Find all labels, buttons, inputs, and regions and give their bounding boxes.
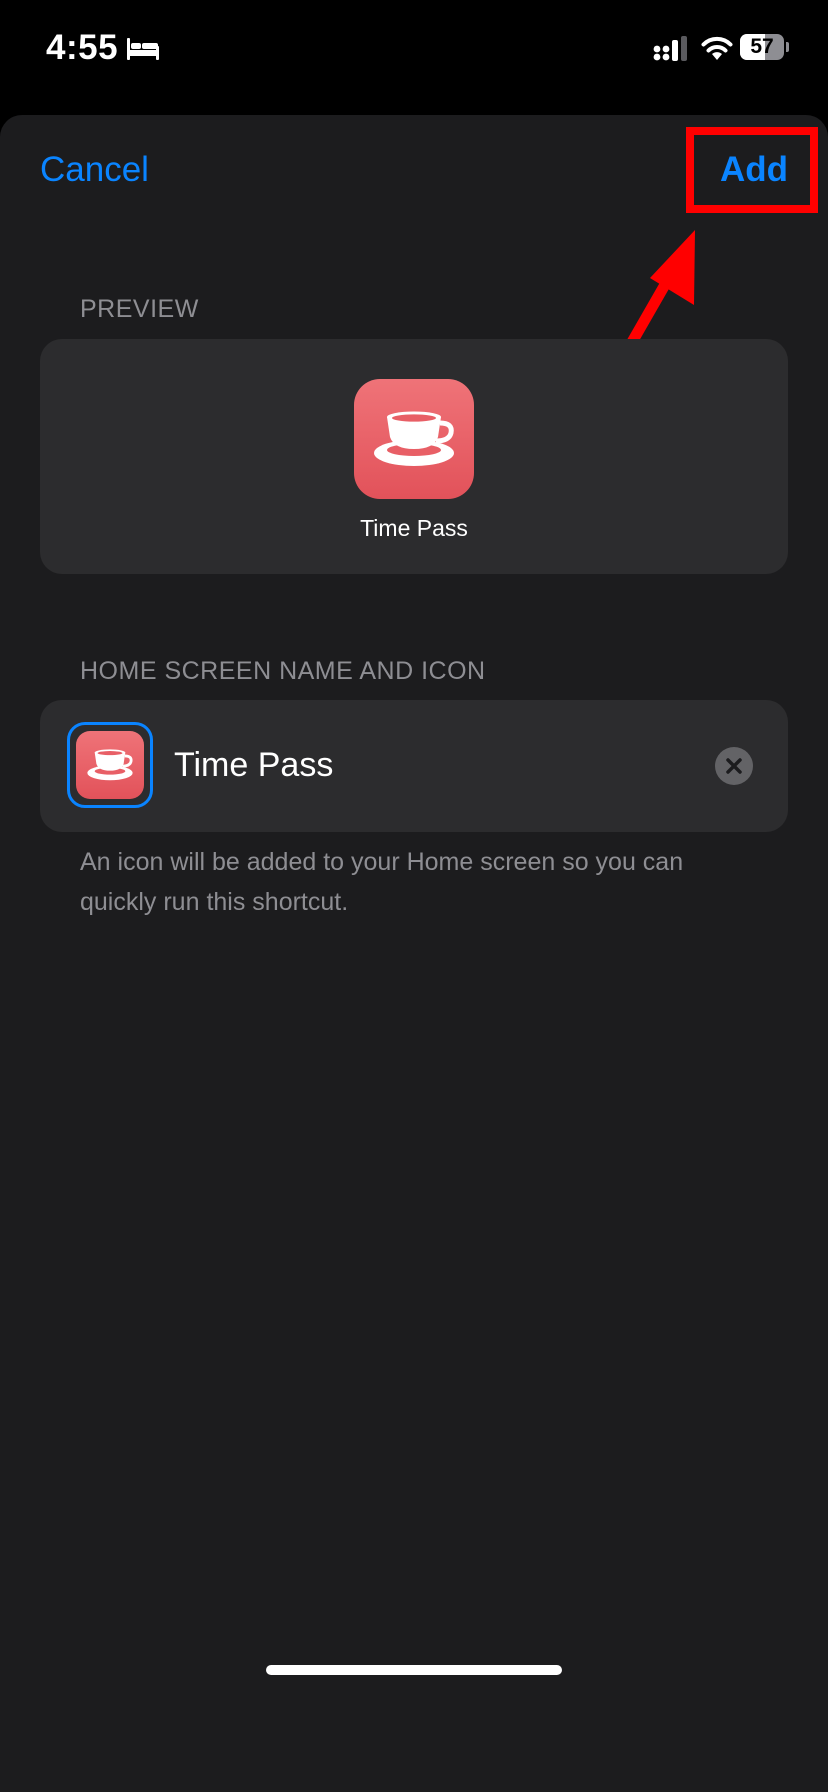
add-to-home-sheet: Cancel Add PREVIEW Time Pass HOME SCREEN… [0,115,828,1792]
wifi-icon [701,36,733,60]
home-screen-footer-text: An icon will be added to your Home scree… [80,848,684,916]
battery-icon: 57 [740,34,790,62]
preview-app-icon [354,379,474,499]
name-and-icon-card [40,700,788,832]
status-bar: 4:55 57 [0,0,828,110]
preview-section-header: PREVIEW [80,295,199,323]
battery-percentage: 57 [750,35,774,58]
clear-text-button[interactable] [715,747,753,785]
preview-app-label: Time Pass [360,515,468,541]
small-app-icon [76,731,144,799]
home-screen-section-header: HOME SCREEN NAME AND ICON [80,657,486,685]
battery-body: 57 [740,34,784,60]
cellular-signal-icon [653,36,687,61]
home-indicator[interactable] [266,1665,562,1675]
coffee-cup-icon [374,411,454,466]
clear-x-icon [726,758,742,774]
battery-nub [786,42,789,52]
home-screen-name-input[interactable] [174,730,694,800]
preview-card: Time Pass [40,339,788,574]
status-time: 4:55 [46,28,119,67]
bed-icon [127,38,159,60]
icon-picker-button[interactable] [67,722,153,808]
coffee-cup-icon [87,749,133,781]
cancel-button[interactable]: Cancel [40,150,149,190]
